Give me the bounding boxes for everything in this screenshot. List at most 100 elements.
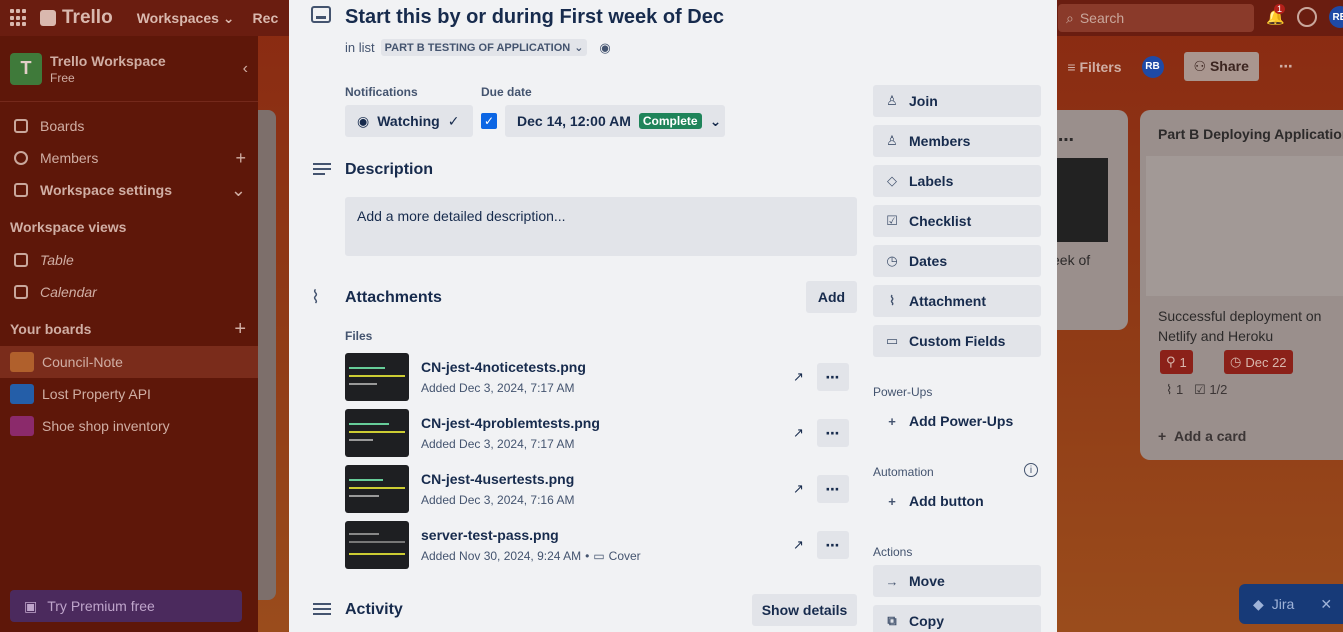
attachment-thumbnail[interactable] [345,465,409,513]
add-card-button[interactable]: + Add a card [1158,428,1246,444]
attachment-item[interactable]: CN-jest-4problemtests.png Added Dec 3, 2… [345,409,857,457]
copy-button[interactable]: ⧉ Copy [873,605,1041,632]
sidebar-item-members[interactable]: Members + [0,142,258,174]
attachment-meta: Added Nov 30, 2024, 9:24 AM • ▭ Cover [421,549,641,563]
attachment-more-button[interactable]: ⋯ [817,531,849,559]
attachment-more-button[interactable]: ⋯ [817,419,849,447]
attachment-name[interactable]: CN-jest-4usertests.png [421,471,574,487]
help-icon[interactable] [1296,7,1317,27]
add-board-icon[interactable]: + [234,318,246,341]
attachment-item[interactable]: CN-jest-4usertests.png Added Dec 3, 2024… [345,465,857,513]
add-button-button[interactable]: + Add button [873,485,1041,517]
sidebar-item-boards[interactable]: Boards [0,110,258,142]
workspaces-menu[interactable]: Workspaces ⌄ [137,10,235,27]
card-cover-image [1146,156,1343,296]
show-details-button[interactable]: Show details [752,594,857,626]
attachment-thumbnail[interactable] [345,353,409,401]
card-badge: ⚲ 1 [1160,350,1193,374]
board-color-swatch [10,384,34,404]
members-button[interactable]: ♙ Members [873,125,1041,157]
due-complete-checkbox[interactable]: ✓ [481,113,497,129]
attachment-item[interactable]: server-test-pass.png Added Nov 30, 2024,… [345,521,857,569]
sidebar-item-workspace-settings[interactable]: Workspace settings ⌄ [0,174,258,206]
card-title[interactable]: Start this by or during First week of De… [345,6,724,29]
board-member-avatar[interactable]: RB [1141,55,1164,78]
board-item-lost-property[interactable]: Lost Property API [0,378,258,410]
move-button[interactable]: → Move [873,565,1041,597]
recent-menu[interactable]: Rec [253,10,279,26]
user-avatar[interactable]: RB [1328,6,1343,28]
custom-fields-button[interactable]: ▭ Custom Fields [873,325,1041,357]
gear-icon [14,183,28,197]
info-icon[interactable]: i [1024,463,1038,477]
app-switcher-icon[interactable] [10,9,28,27]
calendar-icon [14,285,28,299]
card-counts: ⌇ 1 ☑ 1/2 [1166,382,1228,397]
open-external-icon[interactable]: ↗ [793,369,804,385]
labels-button[interactable]: ◇ Labels [873,165,1041,197]
card-title[interactable]: Successful deployment on Netlify and Her… [1158,306,1343,346]
arrow-right-icon: → [885,573,899,589]
list-name-button[interactable]: PART B TESTING OF APPLICATION ⌄ [380,39,588,56]
status-badge: Complete [638,113,702,129]
attachment-button[interactable]: ⌇ Attachment [873,285,1041,317]
chevron-down-icon: ⌄ [709,112,722,129]
more-icon[interactable]: ⋯ [1279,58,1293,75]
notifications-icon[interactable]: 🔔 1 [1266,4,1286,26]
search-input[interactable]: ⌕ Search [1058,4,1254,32]
sidebar-item-table[interactable]: Table [0,244,258,276]
attachment-name[interactable]: CN-jest-4problemtests.png [421,415,600,431]
description-input[interactable]: Add a more detailed description... [345,197,857,256]
board-color-swatch [10,416,34,436]
list-edge [258,110,276,600]
dates-button[interactable]: ◷ Dates [873,245,1041,277]
sidebar-item-calendar[interactable]: Calendar [0,276,258,308]
boards-icon [14,119,28,133]
join-button[interactable]: ♙ Join [873,85,1041,117]
open-external-icon[interactable]: ↗ [793,425,804,441]
collapse-sidebar-icon[interactable]: ‹ [243,60,248,78]
add-powerups-button[interactable]: + Add Power-Ups [873,405,1041,437]
checklist-button[interactable]: ☑ Checklist [873,205,1041,237]
board-color-swatch [10,352,34,372]
members-icon: ♙ [886,133,898,148]
attachment-more-button[interactable]: ⋯ [817,363,849,391]
add-member-icon[interactable]: + [235,148,246,169]
eye-icon[interactable]: ◉ [599,40,610,56]
list-more-icon[interactable]: ⋯ [1058,130,1074,150]
attachment-thumbnail[interactable] [345,521,409,569]
board-item-shoe-shop[interactable]: Shoe shop inventory [0,410,258,442]
close-icon[interactable]: ✕ [1320,596,1332,613]
trello-logo[interactable]: Trello [40,7,113,29]
notification-count: 1 [1274,4,1286,14]
share-button[interactable]: ⚇ Share [1183,52,1259,81]
attachment-more-button[interactable]: ⋯ [817,475,849,503]
eye-icon: ◉ [357,112,370,129]
try-premium-button[interactable]: ▣ Try Premium free [10,590,242,622]
board-item-council-note[interactable]: Council-Note [0,346,258,378]
filters-button[interactable]: ≡ Filters [1067,59,1121,75]
attachment-item[interactable]: CN-jest-4noticetests.png Added Dec 3, 20… [345,353,857,401]
description-icon [313,163,331,175]
open-external-icon[interactable]: ↗ [793,537,804,553]
watching-button[interactable]: ◉ Watching ✓ [345,105,473,137]
notifications-label: Notifications [345,85,418,99]
workspace-name[interactable]: Trello Workspace [50,53,166,69]
attachments-title: Attachments [345,289,442,306]
open-external-icon[interactable]: ↗ [793,481,804,497]
attachment-name[interactable]: CN-jest-4noticetests.png [421,359,586,375]
add-attachment-button[interactable]: Add [806,281,857,313]
list-title[interactable]: Part B Deploying Application [1140,110,1343,158]
paperclip-icon: ⌇ [311,287,320,307]
activity-title: Activity [345,601,403,618]
attachment-name[interactable]: server-test-pass.png [421,527,559,543]
due-date-button[interactable]: Dec 14, 12:00 AM Complete ⌄ [505,105,725,137]
person-icon: ♙ [886,93,898,108]
tag-icon: ◇ [887,173,897,188]
app-name: Trello [62,7,113,28]
attachment-thumbnail[interactable] [345,409,409,457]
powerups-heading: Power-Ups [873,385,933,399]
workspace-plan: Free [50,70,75,85]
jira-widget[interactable]: ◆ Jira ✕ [1239,584,1343,624]
workspace-views-heading: Workspace views [10,219,127,235]
